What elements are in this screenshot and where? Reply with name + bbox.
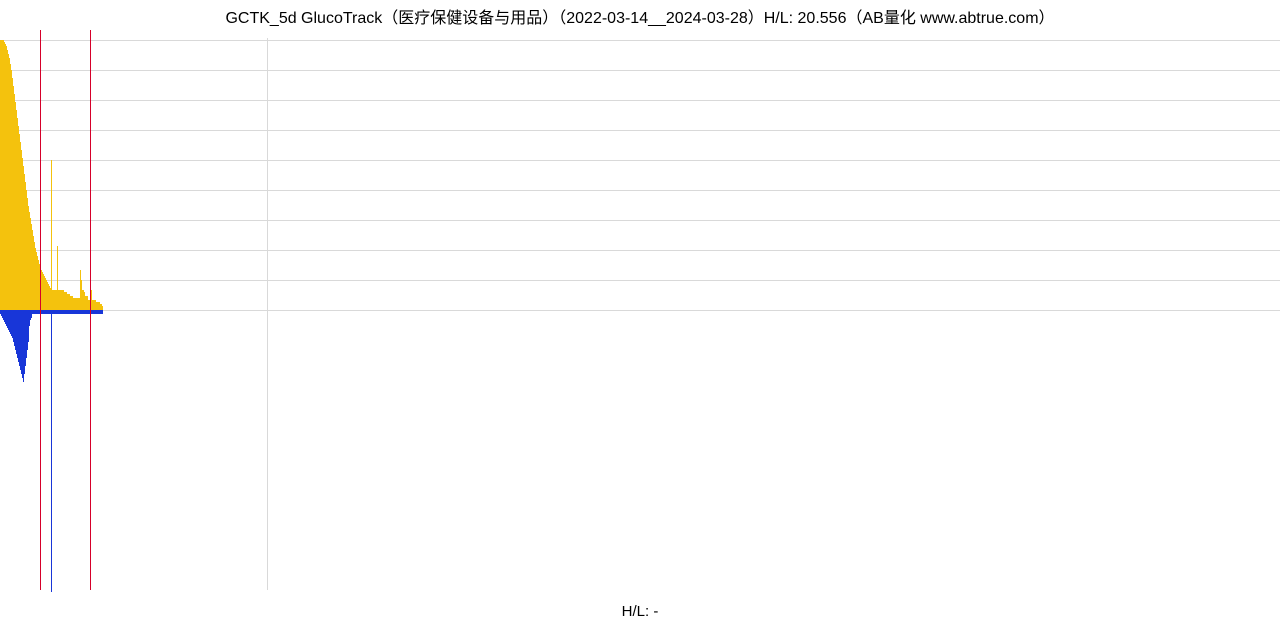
marker-line [90, 30, 91, 590]
chart-title: GCTK_5d GlucoTrack（医疗保健设备与用品）（2022-03-14… [0, 4, 1280, 28]
gridline-h [0, 160, 1280, 161]
gridline-h [0, 40, 1280, 41]
gridline-h [0, 250, 1280, 251]
gridline-h [0, 190, 1280, 191]
lower-blue-bar [102, 310, 103, 314]
plot-area [0, 30, 1280, 590]
lower-blue-bar [51, 310, 52, 592]
gridline-h [0, 310, 1280, 311]
gridline-h [0, 280, 1280, 281]
gridline-h [0, 130, 1280, 131]
upper-yellow-bar [51, 160, 52, 310]
gridline-v [267, 38, 268, 590]
gridline-h [0, 220, 1280, 221]
footer-label: H/L: - [0, 603, 1280, 620]
marker-line [40, 30, 41, 590]
gridline-h [0, 100, 1280, 101]
gridline-h [0, 70, 1280, 71]
